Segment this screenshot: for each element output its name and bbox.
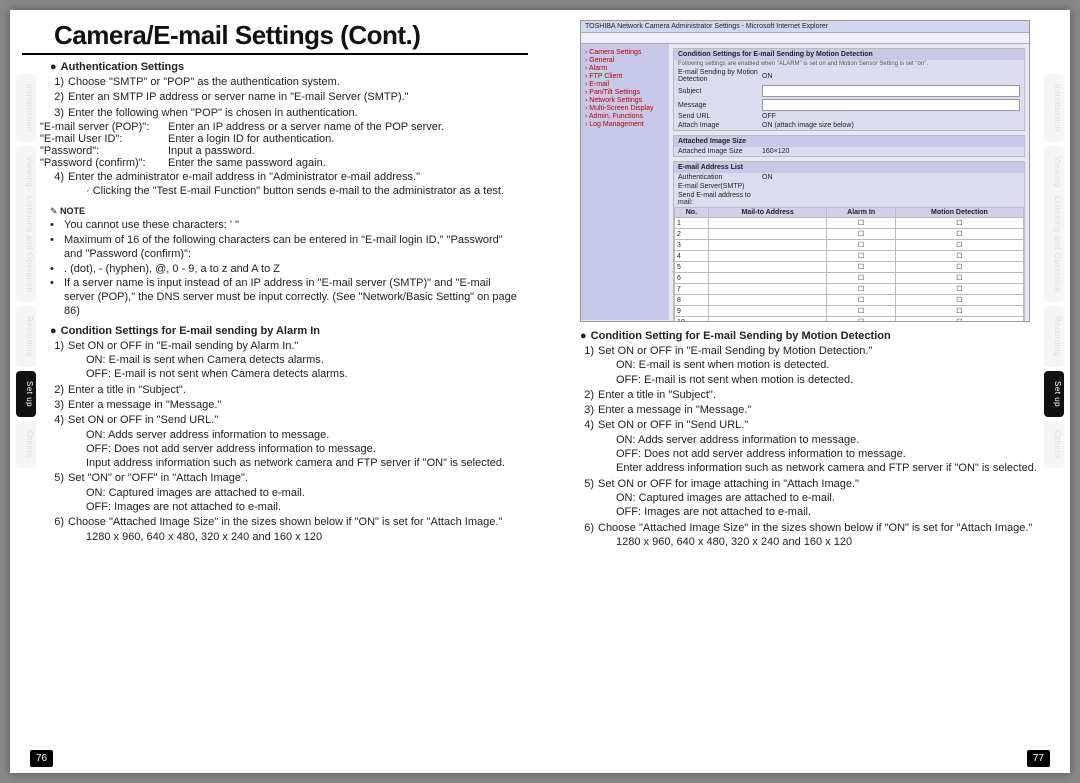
table-row: 3☐☐ <box>675 240 1024 251</box>
shot-table: No.Mail-to AddressAlarm InMotion Detecti… <box>674 207 1024 322</box>
tab-others[interactable]: Others <box>16 421 36 468</box>
auth-heading: Authentication Settings <box>50 61 520 73</box>
kv-row: "Password":Input a password. <box>40 145 520 157</box>
shot-note: Following settings are enabled when "ALA… <box>678 61 928 67</box>
tab-others[interactable]: Others <box>1044 421 1064 468</box>
page-spread: Camera/E-mail Settings (Cont.) Introduct… <box>10 10 1070 773</box>
shot-row: Send URLOFF <box>674 112 1024 121</box>
table-head: Alarm In <box>827 208 895 218</box>
shot-titlebar: TOSHIBA Network Camera Administrator Set… <box>581 21 1029 33</box>
settings-screenshot: TOSHIBA Network Camera Administrator Set… <box>580 20 1030 322</box>
table-head: No. <box>675 208 709 218</box>
note-heading: NOTE <box>50 206 520 217</box>
shot-row: E-mail Sending by Motion DetectionON <box>674 68 1024 84</box>
auth-list2: 4)Enter the administrator e-mail address… <box>50 170 520 199</box>
shot-size-panel: Attached Image Size <box>674 136 1024 147</box>
tab-viewing-listening-and-operation[interactable]: Viewing · Listening and Operation <box>16 146 36 302</box>
table-head: Mail-to Address <box>708 208 827 218</box>
kv-row: "E-mail server (POP)":Enter an IP addres… <box>40 121 520 133</box>
list-item: 6)Choose "Attached Image Size" in the si… <box>580 521 1058 550</box>
table-row: 5☐☐ <box>675 262 1024 273</box>
shot-toolbar <box>581 33 1029 44</box>
tab-set-up[interactable]: Set up <box>16 371 36 417</box>
page-right: Introduction Viewing · Listening and Oper… <box>540 10 1070 773</box>
motion-list: 1)Set ON or OFF in "E-mail Sending by Mo… <box>580 344 1058 549</box>
list-item: 4)Set ON or OFF in "Send URL."ON: Adds s… <box>50 413 520 470</box>
page-num-right: 77 <box>1027 750 1050 767</box>
shot-row: E-mail Server(SMTP) <box>674 182 1024 191</box>
list-item: 3)Enter the following when "POP" is chos… <box>50 106 520 120</box>
shot-side-link[interactable]: › General <box>585 57 665 64</box>
table-row: 10☐☐ <box>675 317 1024 323</box>
page-num-left: 76 <box>30 750 53 767</box>
tab-set-up[interactable]: Set up <box>1044 371 1064 417</box>
auth-list: 1)Choose "SMTP" or "POP" as the authenti… <box>50 75 520 120</box>
table-row: 8☐☐ <box>675 295 1024 306</box>
table-row: 1☐☐ <box>675 218 1024 229</box>
note-item: If a server name is input instead of an … <box>50 277 520 318</box>
list-item: 5)Set ON or OFF for image attaching in "… <box>580 477 1058 520</box>
list-item: 2)Enter a title in "Subject". <box>50 383 520 397</box>
list-item: 5)Set "ON" or "OFF" in "Attach Image".ON… <box>50 471 520 514</box>
list-item: 1)Set ON or OFF in "E-mail Sending by Mo… <box>580 344 1058 387</box>
shot-sidebar: › Camera Settings› General› Alarm› FTP C… <box>581 44 669 320</box>
page-left: Camera/E-mail Settings (Cont.) Introduct… <box>10 10 540 773</box>
shot-row: Subject <box>674 84 1024 98</box>
table-head: Motion Detection <box>895 208 1023 218</box>
shot-row: Attach ImageON (attach image size below) <box>674 121 1024 130</box>
list-item: 4)Set ON or OFF in "Send URL."ON: Adds s… <box>580 418 1058 475</box>
alarm-heading: Condition Settings for E-mail sending by… <box>50 325 520 337</box>
shot-main: Condition Settings for E-mail Sending by… <box>669 44 1029 320</box>
note-item: Maximum of 16 of the following character… <box>50 234 520 262</box>
list-item: 2)Enter a title in "Subject". <box>580 388 1058 402</box>
title-rule <box>22 53 528 55</box>
note-list: You cannot use these characters: ' "Maxi… <box>50 219 520 318</box>
table-row: 4☐☐ <box>675 251 1024 262</box>
table-row: 6☐☐ <box>675 273 1024 284</box>
shot-side-link[interactable]: › Alarm <box>585 65 665 72</box>
list-item: 4)Enter the administrator e-mail address… <box>50 170 520 199</box>
shot-side-link[interactable]: › Admin. Functions <box>585 113 665 120</box>
shot-side-link[interactable]: › Camera Settings <box>585 49 665 56</box>
shot-row: AuthenticationON <box>674 173 1024 182</box>
note-item: You cannot use these characters: ' " <box>50 219 520 233</box>
tab-introduction[interactable]: Introduction <box>1044 74 1064 142</box>
shot-side-link[interactable]: › FTP Client <box>585 73 665 80</box>
shot-input[interactable] <box>762 99 1020 111</box>
list-item: 3)Enter a message in "Message." <box>580 403 1058 417</box>
shot-row: Message <box>674 98 1024 112</box>
shot-size-lbl: Attached Image Size <box>678 148 758 155</box>
shot-side-link[interactable]: › Pan/Tilt Settings <box>585 89 665 96</box>
tabs-left: Introduction Viewing · Listening and Oper… <box>16 74 36 468</box>
tab-recording[interactable]: Recording <box>16 306 36 367</box>
shot-side-link[interactable]: › E-mail <box>585 81 665 88</box>
tab-viewing-listening-and-operation[interactable]: Viewing · Listening and Operation <box>1044 146 1064 302</box>
shot-side-link[interactable]: › Network Settings <box>585 97 665 104</box>
note-item: . (dot), - (hyphen), @, 0 - 9, a to z an… <box>50 263 520 277</box>
shot-panel-title: Condition Settings for E-mail Sending by… <box>674 49 1024 60</box>
table-row: 9☐☐ <box>675 306 1024 317</box>
list-item: 1)Set ON or OFF in "E-mail sending by Al… <box>50 339 520 382</box>
tabs-right: Introduction Viewing · Listening and Oper… <box>1044 74 1064 468</box>
shot-input[interactable] <box>762 85 1020 97</box>
tab-introduction[interactable]: Introduction <box>16 74 36 142</box>
alarm-list: 1)Set ON or OFF in "E-mail sending by Al… <box>50 339 520 544</box>
shot-side-link[interactable]: › Log Management <box>585 121 665 128</box>
list-item: 1)Choose "SMTP" or "POP" as the authenti… <box>50 75 520 89</box>
table-row: 2☐☐ <box>675 229 1024 240</box>
list-item: 6)Choose "Attached Image Size" in the si… <box>50 515 520 544</box>
kv-row: "E-mail User ID":Enter a login ID for au… <box>40 133 520 145</box>
list-item: 3)Enter a message in "Message." <box>50 398 520 412</box>
auth-kv-block: "E-mail server (POP)":Enter an IP addres… <box>22 121 520 169</box>
page-title: Camera/E-mail Settings (Cont.) <box>54 20 528 51</box>
shot-size-val: 160×120 <box>762 148 789 155</box>
shot-row: Send E-mail address to mail: <box>674 191 1024 207</box>
list-item: 2)Enter an SMTP IP address or server nam… <box>50 90 520 104</box>
shot-side-link[interactable]: › Multi-Screen Display <box>585 105 665 112</box>
shot-list-panel: E-mail Address List <box>674 162 1024 173</box>
kv-row: "Password (confirm)":Enter the same pass… <box>40 157 520 169</box>
table-row: 7☐☐ <box>675 284 1024 295</box>
motion-heading: Condition Setting for E-mail Sending by … <box>580 330 1058 342</box>
tab-recording[interactable]: Recording <box>1044 306 1064 367</box>
